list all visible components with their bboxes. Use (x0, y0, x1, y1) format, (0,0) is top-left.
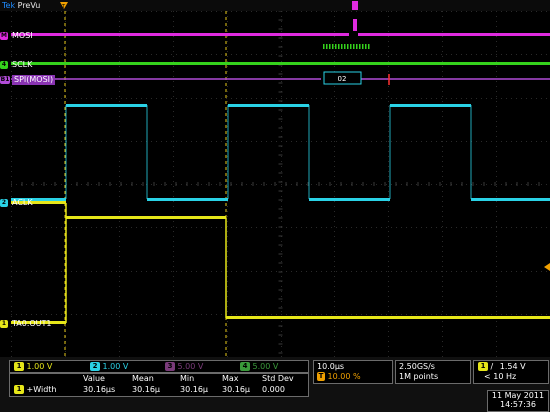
spi-label: SPI(MOSI) (12, 74, 56, 85)
trigger-position-icon[interactable]: T (60, 2, 68, 11)
mosi-tag: M (0, 31, 8, 40)
meas-header-value: Value (83, 374, 105, 383)
meas-header-stddev: Std Dev (262, 374, 294, 383)
ch1-badge: 1 (14, 362, 24, 371)
top-bar: Tek PreVu T (0, 0, 550, 11)
meas-name: +Width (26, 385, 57, 394)
acquisition-box[interactable]: 2.50GS/s 1M points (395, 360, 471, 384)
vertical-scale-box[interactable]: 1 1.00 V 2 1.00 V 3 5.00 V 4 5.00 V (9, 360, 309, 373)
timebase-box[interactable]: 10.0µs T 10.00 % (313, 360, 393, 384)
spi-decoded-value: 02 (338, 75, 347, 83)
meas-ch-badge: 1 (14, 385, 24, 394)
trigger-slope-icon: / (490, 362, 494, 371)
record-length: 1M points (399, 372, 439, 381)
trigger-frequency: < 10 Hz (484, 372, 517, 381)
meas-header-min: Min (180, 374, 195, 383)
trigger-box[interactable]: 1 / 1.54 V < 10 Hz (473, 360, 549, 384)
timebase-scale: 10.0µs (317, 362, 345, 371)
sclk-tag: 4 (0, 60, 8, 69)
trigger-position: 10.00 % (327, 372, 361, 381)
ch3-badge: 3 (165, 362, 175, 371)
ch2-badge: 2 (90, 362, 100, 371)
channel-ta0-label[interactable]: 1 TA0.OUT1 (0, 318, 54, 329)
datetime-box: 11 May 2011 14:57:36 (487, 390, 549, 412)
ch3-scale: 5.00 V (177, 362, 204, 371)
spi-tag: B1 (0, 75, 10, 84)
date-text: 11 May 2011 (491, 391, 545, 400)
channel-aclk-label[interactable]: 2 ACLK (0, 197, 35, 208)
aclk-tag: 2 (0, 198, 8, 207)
aclk-label: ACLK (12, 197, 33, 207)
waveform-display[interactable]: 02 (11, 11, 550, 357)
ch4-scale: 5.00 V (252, 362, 279, 371)
readout-panel: 1 1.00 V 2 1.00 V 3 5.00 V 4 5.00 V Valu… (0, 357, 550, 412)
meas-max: 30.16µ (222, 385, 250, 394)
time-text: 14:57:36 (500, 400, 536, 409)
app-brand: Tek PreVu (2, 0, 40, 11)
ch2-scale: 1.00 V (102, 362, 129, 371)
sclk-label: SCLK (12, 59, 33, 69)
channel-mosi-label[interactable]: M MOSI (0, 30, 35, 41)
mosi-label: MOSI (12, 30, 33, 40)
ch1-scale: 1.00 V (26, 362, 53, 371)
channel-spi-label[interactable]: B1 SPI(MOSI) (0, 74, 56, 85)
meas-stddev: 0.000 (262, 385, 285, 394)
sample-rate: 2.50GS/s (399, 362, 435, 371)
measurement-box[interactable]: Value Mean Min Max Std Dev 1 +Width 30.1… (9, 373, 309, 397)
expansion-point-icon (352, 1, 358, 10)
meas-min: 30.16µ (180, 385, 208, 394)
trigger-position-marker: T (317, 372, 325, 381)
meas-header-mean: Mean (132, 374, 154, 383)
meas-header-max: Max (222, 374, 239, 383)
channel-sclk-label[interactable]: 4 SCLK (0, 59, 34, 70)
trigger-source-badge: 1 (478, 362, 488, 371)
meas-value: 30.16µs (83, 385, 116, 394)
brand-prevu: PreVu (15, 1, 41, 10)
meas-mean: 30.16µ (132, 385, 160, 394)
ch4-badge: 4 (240, 362, 250, 371)
brand-tek: Tek (2, 1, 16, 10)
trigger-level: 1.54 V (499, 362, 526, 371)
ta0-label: TA0.OUT1 (12, 318, 52, 328)
ta0-tag: 1 (0, 319, 8, 328)
